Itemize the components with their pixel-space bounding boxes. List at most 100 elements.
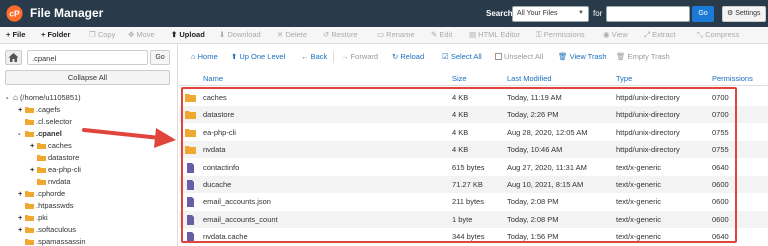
- html-editor-button[interactable]: ▤ HTML Editor: [469, 30, 520, 39]
- tree-item-label: .cphorde: [36, 189, 66, 198]
- app-header: cP File Manager Search All Your Files ▼ …: [0, 0, 768, 27]
- empty-trash-label: Empty Trash: [627, 52, 670, 61]
- home-icon: ⌂: [191, 52, 198, 61]
- tree-item-label: .spamassassin: [36, 237, 86, 246]
- search-scope-select[interactable]: All Your Files ▼: [512, 6, 589, 22]
- expand-toggle[interactable]: +: [18, 225, 25, 235]
- nav-reload-label: Reload: [400, 52, 425, 61]
- tree-item-pki[interactable]: + .pki: [18, 213, 48, 223]
- delete-button[interactable]: ✕ Delete: [277, 30, 307, 39]
- open-folder-icon: [25, 131, 34, 137]
- new-folder-button[interactable]: + Folder: [41, 30, 70, 39]
- settings-label: Settings: [735, 10, 761, 17]
- nav-home-button[interactable]: ⌂ Home: [191, 52, 218, 61]
- rename-button[interactable]: ▭ Rename: [377, 30, 415, 39]
- path-go-button[interactable]: Go: [150, 50, 170, 65]
- view-trash-label: View Trash: [569, 52, 607, 61]
- permissions-button[interactable]: ⚿ Permissions: [536, 30, 585, 40]
- tree-item-ea-php-cli[interactable]: + ea-php-cli: [30, 165, 81, 175]
- settings-button[interactable]: ⚙ Settings: [722, 6, 766, 22]
- html-editor-label: HTML Editor: [478, 30, 520, 39]
- home-path-button[interactable]: [5, 50, 22, 65]
- view-trash-button[interactable]: 🗑 View Trash: [558, 52, 607, 61]
- restore-label: Restore: [331, 30, 358, 39]
- folder-icon: [25, 239, 34, 245]
- upload-button[interactable]: ⬆ Upload: [171, 30, 205, 39]
- new-folder-label: Folder: [47, 30, 71, 39]
- move-button[interactable]: ✥ Move: [128, 30, 155, 39]
- new-file-button[interactable]: + File: [6, 30, 25, 39]
- chevron-down-icon: ▼: [578, 10, 584, 16]
- trash-icon: 🗑: [616, 52, 628, 61]
- move-label: Move: [136, 30, 155, 39]
- path-input[interactable]: .cpanel: [27, 50, 148, 65]
- expand-toggle[interactable]: +: [18, 189, 25, 199]
- select-all-button[interactable]: ☑ Select All: [442, 52, 482, 61]
- permissions-label: Permissions: [543, 30, 585, 39]
- edit-label: Edit: [439, 30, 453, 39]
- tree-item-datastore[interactable]: datastore: [37, 153, 79, 163]
- html-editor-icon: ▤: [469, 30, 479, 39]
- nav-up-label: Up One Level: [239, 52, 286, 61]
- new-file-label: File: [12, 30, 26, 39]
- tree-item-label: .pki: [36, 213, 48, 222]
- tree-item-cphorde[interactable]: + .cphorde: [18, 189, 65, 199]
- home-icon: ⌂: [13, 93, 18, 102]
- column-header-type[interactable]: Type: [616, 74, 632, 83]
- expand-toggle[interactable]: +: [30, 141, 37, 151]
- extract-button[interactable]: ⤢ Extract: [644, 30, 675, 40]
- tree-item-caches[interactable]: + caches: [30, 141, 72, 151]
- tree-item-cagefs[interactable]: + .cagefs: [18, 105, 60, 115]
- nav-reload-button[interactable]: ↻ Reload: [392, 52, 424, 61]
- folder-icon: [37, 155, 46, 161]
- copy-button[interactable]: ❐ Copy: [89, 30, 115, 39]
- tree-item-label: ea-php-cli: [48, 165, 81, 174]
- tree-item-cl-selector[interactable]: .cl.selector: [25, 117, 72, 127]
- folder-icon: [25, 227, 34, 233]
- column-header-size[interactable]: Size: [452, 74, 467, 83]
- upload-label: Upload: [179, 30, 205, 39]
- restore-button[interactable]: ↺ Restore: [323, 30, 358, 39]
- tree-item-label: .softaculous: [36, 225, 77, 234]
- tree-item-softaculous[interactable]: + .softaculous: [18, 225, 76, 235]
- folder-icon: [25, 215, 34, 221]
- collapse-all-button[interactable]: Collapse All: [5, 70, 170, 85]
- column-header-name[interactable]: Name: [203, 74, 223, 83]
- tree-item-home[interactable]: - ⌂ (/home/u1105851): [6, 93, 81, 103]
- home-icon: [8, 53, 19, 62]
- tree-item-spamassassin[interactable]: .spamassassin: [25, 237, 86, 246]
- unselect-all-button[interactable]: Unselect All: [495, 52, 543, 61]
- tree-item-label: .htpasswds: [36, 201, 74, 210]
- expand-toggle[interactable]: +: [18, 213, 25, 223]
- search-input[interactable]: [606, 6, 690, 22]
- view-button[interactable]: ◉ View: [603, 30, 628, 39]
- nav-back-button[interactable]: ← Back: [301, 52, 327, 61]
- column-header-last-modified[interactable]: Last Modified: [507, 74, 552, 83]
- rename-icon: ▭: [377, 30, 387, 39]
- cpanel-logo-icon[interactable]: cP: [6, 5, 23, 22]
- collapse-toggle[interactable]: -: [18, 129, 25, 139]
- expand-toggle[interactable]: +: [30, 165, 37, 175]
- tree-item-label: .cagefs: [36, 105, 61, 114]
- compress-button[interactable]: ⤡ Compress: [697, 30, 739, 40]
- arrow-right-icon: →: [341, 52, 351, 61]
- tree-item-htpasswds[interactable]: .htpasswds: [25, 201, 74, 211]
- expand-toggle[interactable]: +: [18, 105, 25, 115]
- eye-icon: ◉: [603, 30, 612, 39]
- column-header-permissions[interactable]: Permissions: [712, 74, 753, 83]
- main-toolbar: + File + Folder ❐ Copy ✥ Move ⬆ Upload ⬇…: [0, 27, 768, 44]
- search-go-button[interactable]: Go: [692, 6, 714, 22]
- nav-up-one-level-button[interactable]: ⬆ Up One Level: [231, 52, 285, 61]
- folder-icon: [25, 119, 34, 125]
- collapse-toggle[interactable]: -: [6, 93, 13, 103]
- edit-button[interactable]: ✎ Edit: [431, 30, 452, 39]
- nav-forward-label: Forward: [350, 52, 379, 61]
- download-button[interactable]: ⬇ Download: [219, 30, 261, 39]
- divider: [333, 51, 334, 63]
- empty-trash-button[interactable]: 🗑 Empty Trash: [616, 52, 670, 61]
- gear-icon: ⚙: [727, 10, 734, 17]
- nav-forward-button[interactable]: → Forward: [341, 52, 378, 61]
- tree-item-nvdata[interactable]: nvdata: [37, 177, 71, 187]
- arrow-left-icon: ←: [301, 52, 311, 61]
- tree-item-cpanel[interactable]: - .cpanel: [18, 129, 62, 139]
